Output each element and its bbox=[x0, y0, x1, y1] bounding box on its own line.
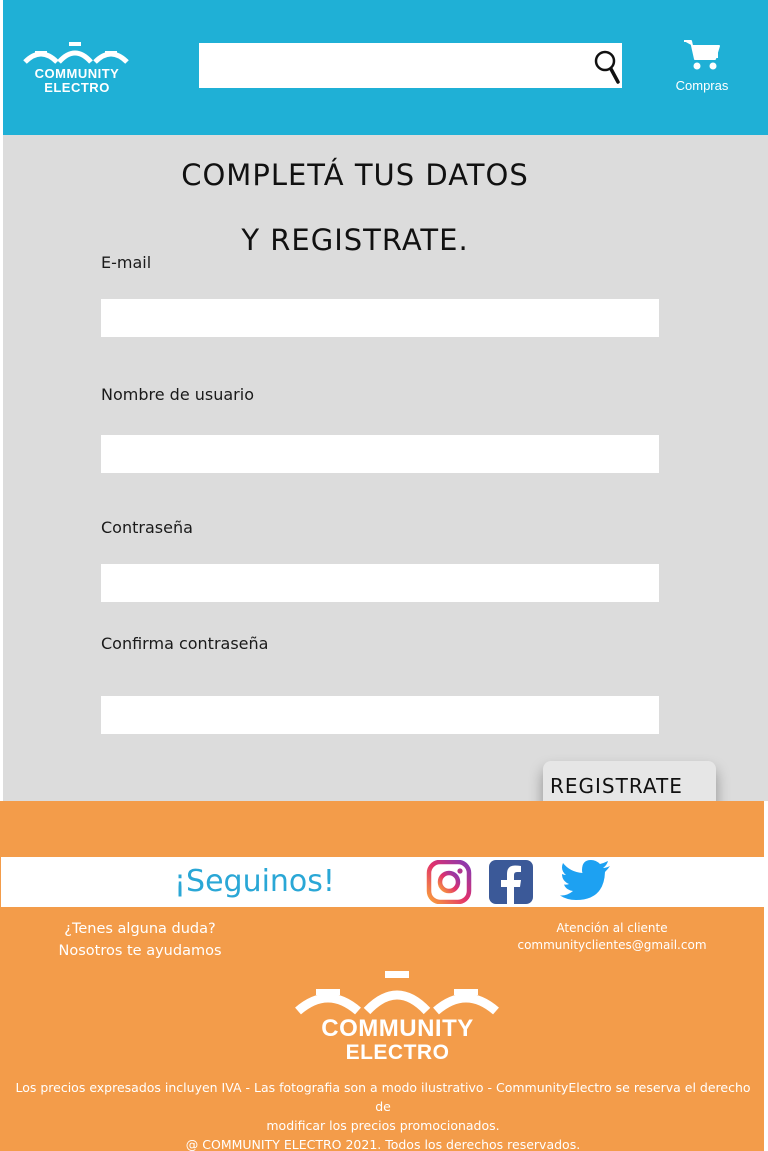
email-label: E-mail bbox=[101, 253, 152, 272]
help-text: ¿Tenes alguna duda? Nosotros te ayudamos bbox=[40, 918, 240, 962]
confirm-password-field[interactable] bbox=[101, 696, 659, 734]
legal-line2: modificar los precios promocionados. bbox=[266, 1118, 500, 1133]
customer-service: Atención al cliente communityclientes@gm… bbox=[505, 920, 719, 954]
form-title-line2: Y REGISTRATE. bbox=[241, 223, 469, 257]
legal-line1: Los precios expresados incluyen IVA - La… bbox=[15, 1080, 751, 1114]
contact-title: Atención al cliente bbox=[556, 921, 668, 935]
twitter-icon[interactable] bbox=[560, 860, 612, 904]
password-field[interactable] bbox=[101, 564, 659, 602]
search-icon[interactable] bbox=[592, 44, 622, 88]
help-line2: Nosotros te ayudamos bbox=[58, 943, 222, 959]
email-field[interactable] bbox=[101, 299, 659, 337]
search-input[interactable] bbox=[199, 43, 622, 88]
copyright: @ COMMUNITY ELECTRO 2021. Todos los dere… bbox=[185, 1137, 581, 1151]
instagram-icon[interactable] bbox=[426, 860, 472, 904]
cart-label: Compras bbox=[675, 78, 729, 93]
shopping-cart-icon bbox=[684, 40, 720, 70]
footer-logo-icon bbox=[295, 971, 499, 1015]
username-label: Nombre de usuario bbox=[101, 385, 254, 404]
password-label: Contraseña bbox=[101, 518, 193, 537]
social-bar bbox=[1, 857, 764, 907]
contact-email-link[interactable]: communityclientes@gmail.com bbox=[505, 937, 719, 954]
footer-logo-line2: ELECTRO bbox=[345, 1041, 450, 1064]
logo-text-line2: ELECTRO bbox=[44, 80, 110, 95]
help-line1: ¿Tenes alguna duda? bbox=[64, 921, 216, 937]
facebook-icon[interactable] bbox=[488, 860, 534, 904]
confirm-password-label: Confirma contraseña bbox=[101, 634, 269, 653]
logo-icon bbox=[23, 42, 129, 64]
cart-button[interactable]: Compras bbox=[668, 38, 736, 98]
site-logo[interactable]: COMMUNITY ELECTRO bbox=[15, 38, 139, 98]
form-title-line1: COMPLETÁ TUS DATOS bbox=[181, 158, 529, 192]
legal-text: Los precios expresados incluyen IVA - La… bbox=[14, 1078, 752, 1151]
follow-us-label: ¡Seguinos! bbox=[174, 864, 335, 899]
footer-logo[interactable]: COMMUNITY ELECTRO bbox=[280, 965, 515, 1065]
logo-text-line1: COMMUNITY bbox=[34, 66, 120, 81]
username-field[interactable] bbox=[101, 435, 659, 473]
footer-logo-line1: COMMUNITY bbox=[321, 1015, 474, 1042]
